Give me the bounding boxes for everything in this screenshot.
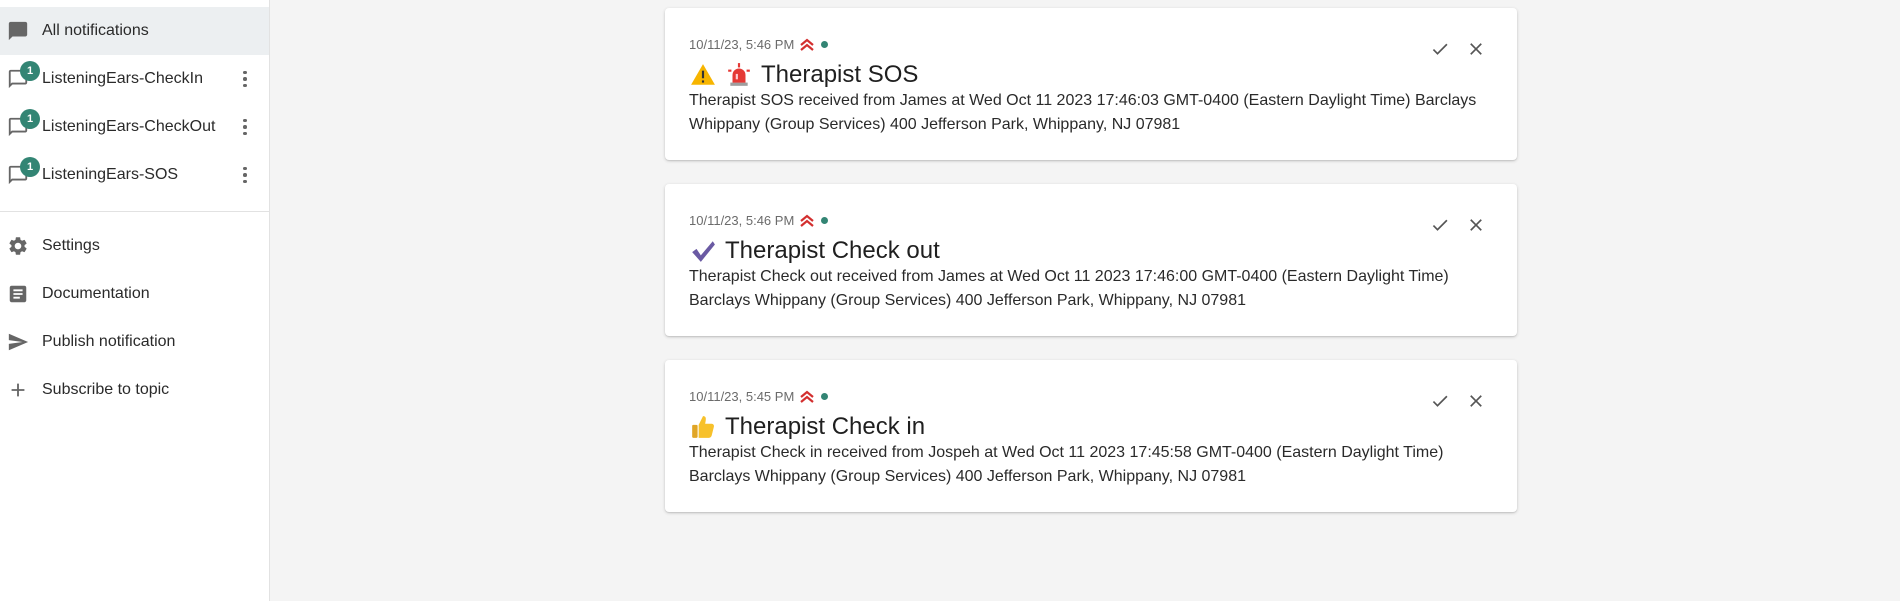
notification-title: Therapist Check in: [725, 413, 926, 440]
chat-icon: [7, 20, 29, 42]
rotating-light-emoji-icon: [725, 61, 753, 89]
mark-read-check-icon[interactable]: [1429, 390, 1451, 412]
high-priority-icon: [799, 390, 815, 404]
sidebar-item-checkin[interactable]: 1 ListeningEars-CheckIn: [0, 55, 269, 103]
notification-meta: 10/11/23, 5:46 PM: [689, 37, 829, 52]
unread-badge: 1: [20, 109, 40, 129]
notification-actions: [1429, 390, 1487, 412]
thumbs-up-emoji-icon: [689, 413, 717, 441]
sidebar-item-label: ListeningEars-SOS: [42, 166, 179, 183]
close-icon[interactable]: [1465, 214, 1487, 236]
article-icon: [7, 283, 29, 305]
sidebar-item-documentation[interactable]: Documentation: [0, 270, 269, 318]
sidebar-item-publish[interactable]: Publish notification: [0, 318, 269, 366]
sidebar-item-label: All notifications: [42, 22, 149, 39]
sidebar-item-label: Settings: [42, 237, 100, 254]
notification-time: 10/11/23, 5:46 PM: [689, 213, 795, 228]
more-vert-icon[interactable]: [241, 165, 249, 185]
unread-dot-icon: [821, 393, 829, 400]
notification-meta: 10/11/23, 5:45 PM: [689, 389, 829, 404]
sidebar-item-label: ListeningEars-CheckOut: [42, 118, 216, 135]
sidebar-item-subscribe[interactable]: Subscribe to topic: [0, 366, 269, 414]
plus-icon: [7, 379, 29, 401]
sidebar: All notifications 1 ListeningEars-CheckI…: [0, 0, 270, 601]
mark-read-check-icon[interactable]: [1429, 214, 1451, 236]
sidebar-item-sos[interactable]: 1 ListeningEars-SOS: [0, 151, 269, 199]
check-mark-emoji-icon: [689, 237, 717, 265]
notification-message: Therapist Check out received from James …: [689, 268, 1449, 309]
notification-title: Therapist SOS: [761, 61, 919, 88]
close-icon[interactable]: [1465, 390, 1487, 412]
notification-title-row: Therapist Check out: [689, 237, 940, 265]
notification-actions: [1429, 214, 1487, 236]
notification-time: 10/11/23, 5:46 PM: [689, 37, 795, 52]
notification-time: 10/11/23, 5:45 PM: [689, 389, 795, 404]
sidebar-item-label: Publish notification: [42, 333, 176, 350]
notification-title-row: Therapist SOS: [689, 61, 918, 89]
more-vert-icon[interactable]: [241, 117, 249, 137]
warning-emoji-icon: [689, 61, 717, 89]
high-priority-icon: [799, 38, 815, 52]
mark-read-check-icon[interactable]: [1429, 38, 1451, 60]
notification-card: 10/11/23, 5:46 PM Therapist SOS Therapis…: [665, 8, 1517, 160]
sidebar-item-label: Subscribe to topic: [42, 381, 170, 398]
sidebar-item-label: ListeningEars-CheckIn: [42, 70, 203, 87]
send-icon: [7, 331, 29, 353]
unread-dot-icon: [821, 217, 829, 224]
more-vert-icon[interactable]: [241, 69, 249, 89]
unread-badge: 1: [20, 61, 40, 81]
unread-badge: 1: [20, 157, 40, 177]
sidebar-item-label: Documentation: [42, 285, 150, 302]
notification-title-row: Therapist Check in: [689, 413, 925, 441]
notification-card: 10/11/23, 5:46 PM Therapist Check out Th…: [665, 184, 1517, 336]
unread-dot-icon: [821, 41, 829, 48]
notification-title: Therapist Check out: [725, 237, 940, 264]
high-priority-icon: [799, 214, 815, 228]
sidebar-item-settings[interactable]: Settings: [0, 222, 269, 270]
sidebar-item-checkout[interactable]: 1 ListeningEars-CheckOut: [0, 103, 269, 151]
notification-message: Therapist Check in received from Jospeh …: [689, 444, 1444, 485]
gear-icon: [7, 235, 29, 257]
close-icon[interactable]: [1465, 38, 1487, 60]
notification-message: Therapist SOS received from James at Wed…: [689, 92, 1477, 133]
notification-actions: [1429, 38, 1487, 60]
notification-card: 10/11/23, 5:45 PM Therapist Check in The…: [665, 360, 1517, 512]
notification-meta: 10/11/23, 5:46 PM: [689, 213, 829, 228]
sidebar-item-all-notifications[interactable]: All notifications: [0, 7, 269, 55]
sidebar-divider: [0, 211, 269, 212]
